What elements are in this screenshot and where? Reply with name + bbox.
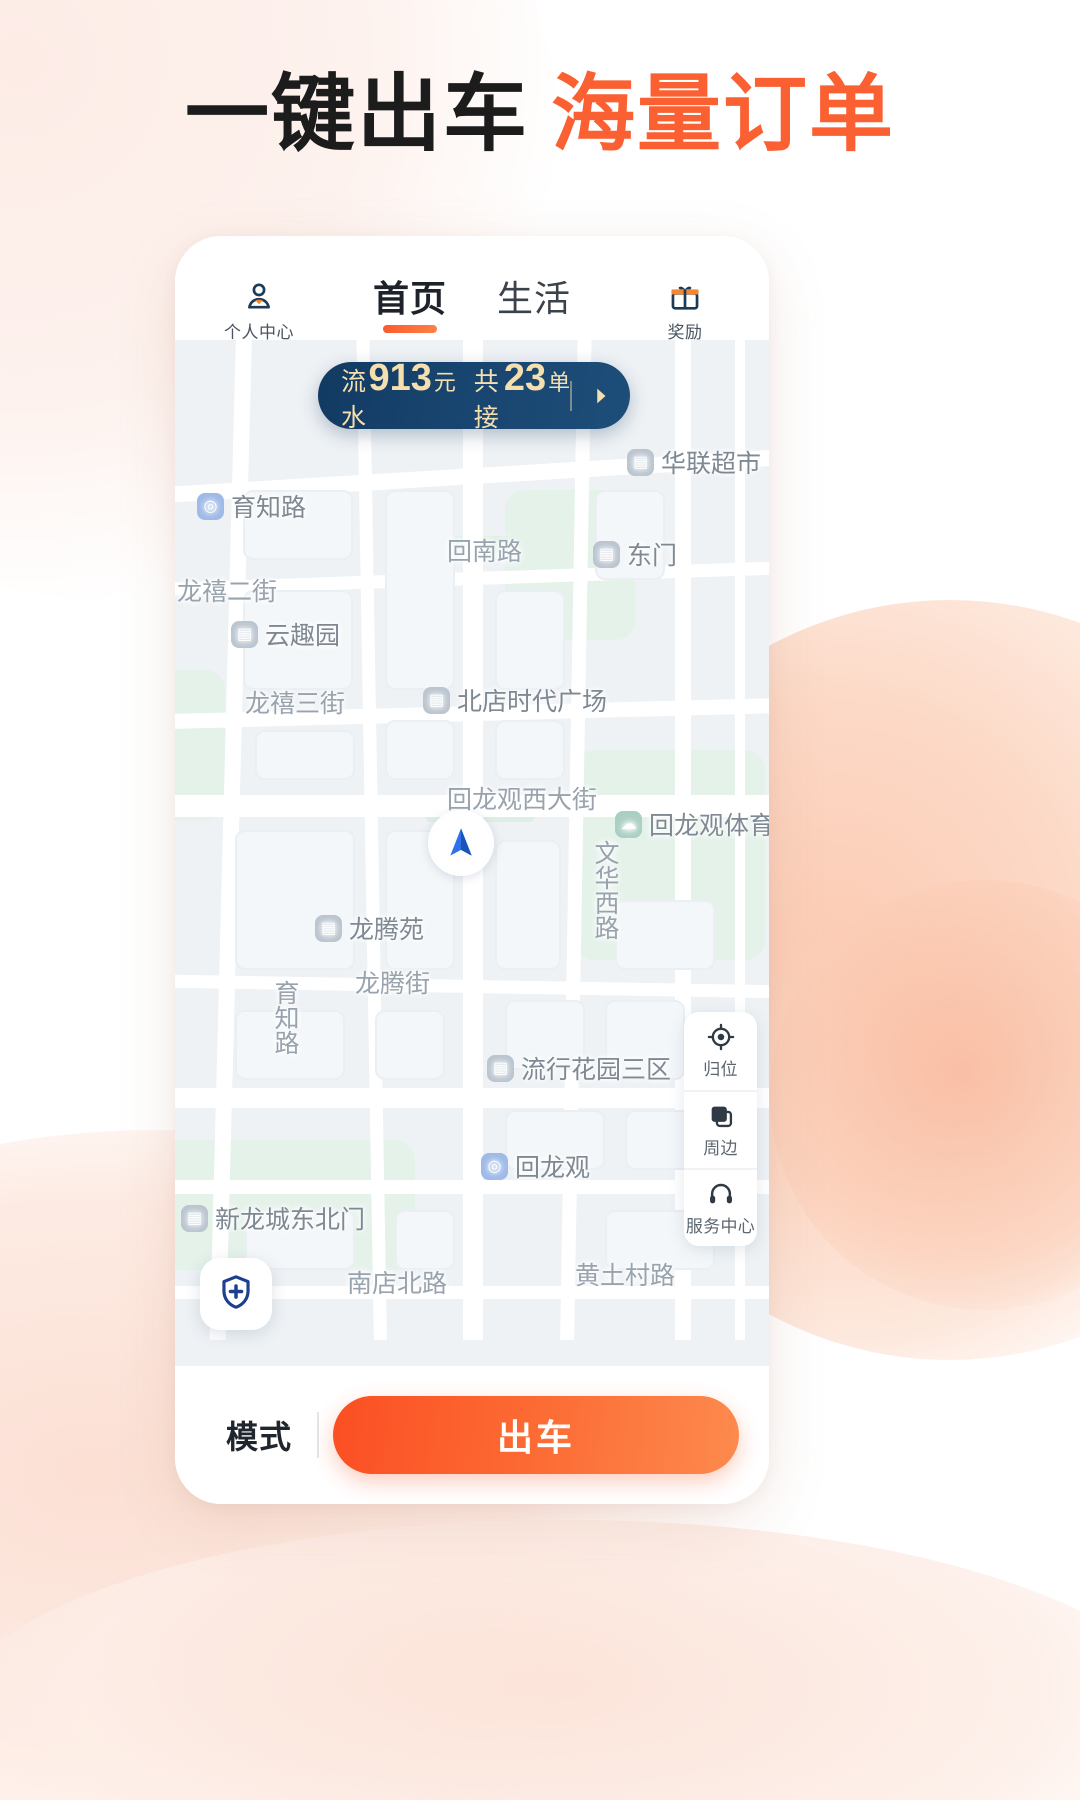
orders-unit: 单 [548,370,571,395]
road-label: 回南路 [447,538,523,566]
map-poi-label: 回龙观 [515,1154,591,1182]
road-label: 黄土村路 [575,1262,676,1290]
shop-icon: ▤ [315,914,342,942]
tab-home[interactable]: 首页 [373,279,447,319]
gift-icon [668,278,702,316]
shop-icon: ▤ [181,1204,208,1232]
map-poi-label: 云趣园 [265,622,341,650]
app-header: 个人中心 首页 生活 奖励 [175,236,769,343]
user-icon [242,278,276,316]
map-poi-label: 育知路 [231,494,307,522]
metro-icon: ◎ [481,1152,508,1180]
shop-icon: ▤ [423,686,450,714]
park-icon: ☁ [615,810,642,838]
recenter-button[interactable]: 归位 [684,1012,757,1090]
road-label: 南店北路 [347,1270,448,1298]
map-block [385,720,455,780]
shop-icon: ▤ [231,620,258,648]
shop-icon: ▤ [487,1054,514,1082]
map-block [375,1010,445,1080]
tab-life-label: 生活 [497,278,572,319]
nearby-button[interactable]: 周边 [684,1090,757,1168]
road-label: 文华西路 [591,840,619,940]
orders-value: 23 [503,357,547,399]
shield-plus-icon [217,1273,255,1316]
map-block [495,720,565,780]
go-online-button[interactable]: 出车 [333,1396,739,1474]
map-canvas: 流水 913 元 共接 23 单 回南路 龙禧二街 龙禧三街 回龙观西大街 文华… [175,340,769,1366]
navigation-arrow-icon [428,810,494,876]
metro-icon: ◎ [197,492,224,520]
map-control-stack: 归位 周边 服务中心 [684,1012,757,1246]
shop-icon: ▤ [627,448,654,476]
phone-mockup: 个人中心 首页 生活 奖励 流水 913 元 共接 23 单 回南路 龙禧二街 … [175,236,769,1504]
map-poi-label: 北店时代广场 [457,688,608,716]
revenue-label: 流水 [341,368,367,432]
map-poi[interactable]: ▤ 云趣园 [231,616,340,652]
road-label: 龙禧二街 [177,578,278,606]
map-poi[interactable]: ▤ 华联超市 [627,444,761,480]
map-block [255,730,355,780]
map-poi[interactable]: ▤ 北店时代广场 [423,682,607,718]
map-poi[interactable]: ▤ 流行花园三区 [487,1050,671,1086]
map-block [385,490,455,690]
header-tabs: 首页 生活 [313,278,631,319]
bottom-action-bar: 模式 出车 [175,1366,769,1504]
chevron-right-icon[interactable] [588,381,612,411]
map-poi-label: 龙腾苑 [349,916,425,944]
map-poi-label: 东门 [627,542,678,570]
map-block [495,840,561,970]
earnings-banner[interactable]: 流水 913 元 共接 23 单 [318,357,630,432]
tab-life[interactable]: 生活 [497,279,571,319]
shop-icon: ▤ [593,540,620,568]
map-poi[interactable]: ☁ 回龙观体育公 [615,806,769,842]
road-label: 育知路 [271,980,299,1055]
map-poi[interactable]: ◎ 育知路 [197,488,306,524]
recenter-label: 归位 [703,1060,738,1079]
profile-entry[interactable]: 个人中心 [205,278,313,343]
safety-button[interactable] [200,1258,272,1330]
map-poi[interactable]: ◎ 回龙观 [481,1148,590,1184]
map-poi[interactable]: ▤ 龙腾苑 [315,910,424,946]
tab-home-label: 首页 [372,278,447,319]
map-poi-label: 华联超市 [661,450,762,478]
map-block [235,830,355,970]
road-label: 龙禧三街 [245,690,346,718]
map-poi-label: 回龙观体育公 [649,812,769,840]
map-poi[interactable]: ▤ 新龙城东北门 [181,1200,365,1236]
headline-part-1: 一键出车 [184,67,529,161]
orders-segment: 共接 23 单 [474,357,570,434]
mode-button[interactable]: 模式 [205,1412,313,1458]
service-center-label: 服务中心 [685,1217,756,1236]
map-poi[interactable]: ▤ 东门 [593,536,677,572]
orders-label: 共接 [473,368,500,432]
bottom-divider [317,1412,319,1458]
service-center-button[interactable]: 服务中心 [684,1168,757,1246]
headline-part-2: 海量订单 [551,67,896,161]
banner-divider [570,380,572,411]
map-block [615,900,715,970]
map-block [495,590,565,690]
map-block [395,1210,455,1270]
map-view[interactable]: 流水 913 元 共接 23 单 回南路 龙禧二街 龙禧三街 回龙观西大街 文华… [175,340,769,1366]
nearby-label: 周边 [703,1139,738,1158]
road-label: 龙腾街 [355,970,431,998]
promo-headline: 一键出车 海量订单 [0,72,1080,156]
map-poi-label: 流行花园三区 [521,1056,672,1084]
revenue-segment: 流水 913 元 [341,357,456,434]
revenue-value: 913 [368,357,432,399]
recenter-icon [707,1022,735,1052]
reward-entry[interactable]: 奖励 [631,278,739,343]
nearby-icon [707,1101,735,1131]
revenue-unit: 元 [433,370,456,395]
map-poi-label: 新龙城东北门 [215,1206,366,1234]
headset-icon [707,1179,735,1209]
